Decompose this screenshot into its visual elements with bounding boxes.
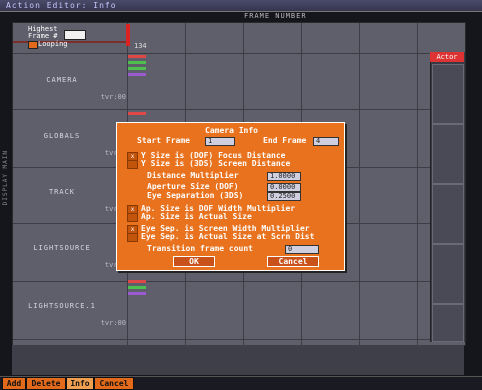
looping-label: Looping [38, 40, 68, 48]
row-label-camera[interactable]: CAMERA [12, 76, 112, 84]
eye-actual-checkbox[interactable] [127, 233, 138, 242]
key-swatch-green[interactable] [128, 67, 146, 70]
ok-button[interactable]: OK [173, 256, 215, 267]
cancel-toolbar-button[interactable]: Cancel [94, 377, 134, 390]
delete-button[interactable]: Delete [26, 377, 66, 390]
key-swatch-green[interactable] [128, 286, 146, 289]
eye-actual-label: Eye Sep. is Actual Size at Scrn Dist [141, 232, 315, 241]
side-label: DISPLAY MAIN [2, 150, 9, 206]
frame-value: 134 [134, 42, 147, 50]
aperture-size-label: Aperture Size (DOF) [147, 182, 239, 191]
ysize-3ds-checkbox[interactable] [127, 160, 138, 169]
title-bar: Action Editor: Info [0, 0, 482, 12]
info-button[interactable]: Info [66, 377, 94, 390]
row-label-lightsource-1[interactable]: LIGHTSOURCE.1 [12, 302, 112, 310]
distance-multiplier-label: Distance Multiplier [147, 171, 239, 180]
aperture-size-field[interactable]: 0.0000 [267, 183, 301, 192]
transition-frame-count-label: Transition frame count [147, 244, 253, 253]
highest-frame-field[interactable] [64, 30, 86, 40]
key-swatch-red[interactable] [128, 55, 146, 58]
frame-number-header: FRAME NUMBER [244, 12, 307, 20]
actor-cell[interactable] [432, 304, 464, 342]
eye-separation-label: Eye Separation (3DS) [147, 191, 244, 200]
start-frame-field[interactable]: 1 [205, 137, 235, 146]
ap-actual-checkbox[interactable] [127, 213, 138, 222]
key-swatch-green[interactable] [128, 61, 146, 64]
transition-frame-count-field[interactable]: 0 [285, 245, 319, 254]
grid-hline [13, 53, 465, 54]
key-swatch-red[interactable] [128, 280, 146, 283]
row-label-lightsource[interactable]: LIGHTSOURCE [12, 244, 112, 252]
row-tvr: tvr:00 [100, 319, 126, 327]
row-label-track[interactable]: TRACK [12, 188, 112, 196]
grid-vline [359, 23, 360, 345]
current-frame-marker[interactable] [126, 24, 130, 46]
bottom-empty-strip [12, 345, 464, 375]
cancel-button[interactable]: Cancel [267, 256, 319, 267]
grid-hline [13, 281, 465, 282]
add-button[interactable]: Add [2, 377, 26, 390]
start-frame-label: Start Frame [137, 136, 190, 145]
key-swatch-purple[interactable] [128, 73, 146, 76]
dialog-title: Camera Info [205, 126, 258, 135]
ysize-3ds-label: Y Size is (3DS) Screen Distance [141, 159, 291, 168]
distance-multiplier-field[interactable]: 1.0000 [267, 172, 301, 181]
actor-cell[interactable] [432, 244, 464, 304]
actor-panel-header: Actor [430, 52, 464, 62]
grid-vline [417, 23, 418, 345]
actor-cell[interactable] [432, 64, 464, 124]
eye-separation-field[interactable]: 0.2500 [267, 192, 301, 201]
actor-cell[interactable] [432, 184, 464, 244]
end-frame-label: End Frame [263, 136, 307, 145]
highest-frame-label: Highest Frame # [28, 25, 58, 40]
window-title: Action Editor: Info [6, 1, 117, 10]
actor-cell[interactable] [432, 124, 464, 184]
grid-hline [13, 109, 465, 110]
key-swatch-purple[interactable] [128, 292, 146, 295]
end-frame-field[interactable]: 4 [313, 137, 339, 146]
camera-info-dialog: Camera Info Start Frame 1 End Frame 4 x … [116, 122, 345, 271]
grid-hline [13, 339, 465, 340]
row-tvr: tvr:00 [100, 93, 126, 101]
ap-actual-label: Ap. Size is Actual Size [141, 212, 252, 221]
key-swatch-red[interactable] [128, 112, 146, 115]
row-label-globals[interactable]: GLOBALS [12, 132, 112, 140]
looping-checkbox[interactable] [28, 41, 38, 49]
